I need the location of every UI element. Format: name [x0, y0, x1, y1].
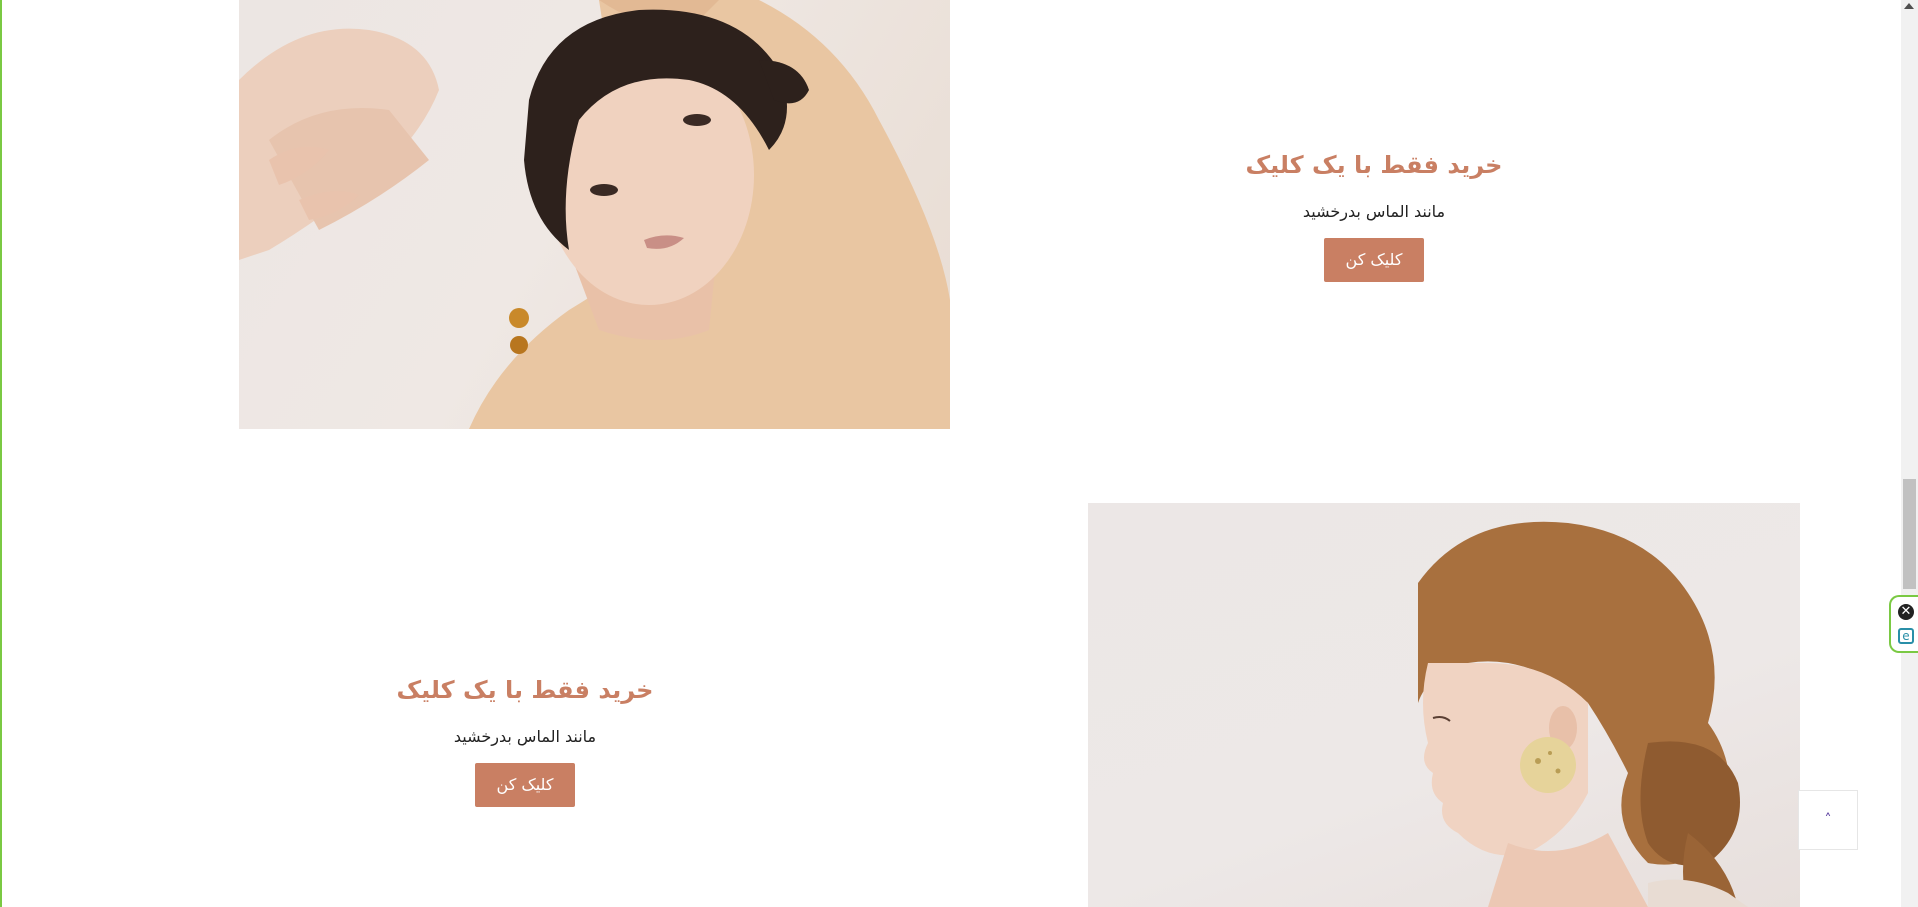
- model-photo-2: [1088, 503, 1800, 907]
- close-icon[interactable]: ✕: [1898, 604, 1914, 620]
- promo-block-1: خرید فقط با یک کلیک مانند الماس بدرخشید …: [1174, 146, 1574, 282]
- click-button[interactable]: کلیک کن: [475, 763, 575, 807]
- click-button[interactable]: کلیک کن: [1324, 238, 1424, 282]
- chevron-up-icon: ˄: [1824, 812, 1832, 828]
- promo-title: خرید فقط با یک کلیک: [1245, 151, 1503, 179]
- promo-title: خرید فقط با یک کلیک: [396, 676, 654, 704]
- model-photo-2-illustration: [1418, 521, 1748, 907]
- accessibility-e-icon[interactable]: e: [1898, 628, 1914, 644]
- page: خرید فقط با یک کلیک مانند الماس بدرخشید …: [0, 0, 1918, 907]
- promo-subtitle: مانند الماس بدرخشید: [1302, 202, 1446, 221]
- promo-subtitle: مانند الماس بدرخشید: [453, 727, 597, 746]
- model-photo-1: [239, 0, 950, 429]
- page-scrollbar[interactable]: [1901, 0, 1918, 907]
- back-to-top-button[interactable]: ˄: [1798, 790, 1858, 850]
- left-edge-accent: [0, 0, 2, 907]
- model-photo-1-illustration: [239, 0, 950, 429]
- scroll-up-arrow-icon[interactable]: [1904, 3, 1914, 9]
- side-widget: ✕ e: [1889, 595, 1918, 653]
- scroll-thumb[interactable]: [1903, 479, 1916, 589]
- promo-block-2: خرید فقط با یک کلیک مانند الماس بدرخشید …: [325, 671, 725, 807]
